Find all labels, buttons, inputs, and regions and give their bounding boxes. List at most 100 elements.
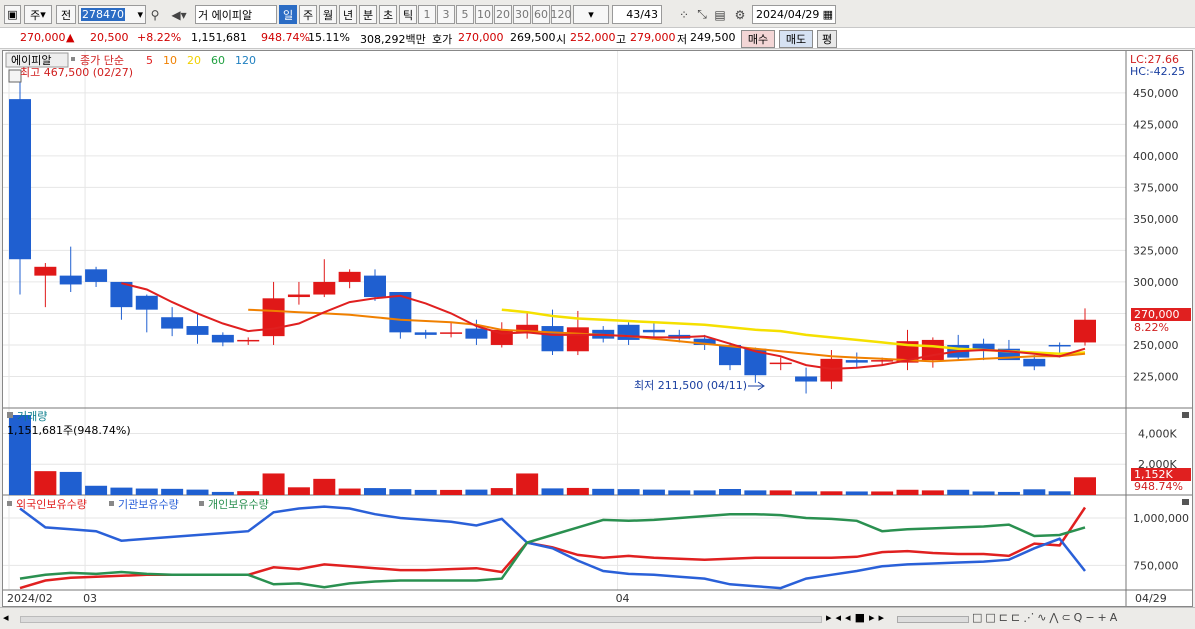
volume-bar xyxy=(211,491,234,495)
holding-legend-bullet xyxy=(7,501,12,506)
ma-period-120: 120 xyxy=(235,54,256,67)
stock-name: 에이피알 xyxy=(211,8,253,22)
volume-bar xyxy=(541,488,564,495)
volume-bar xyxy=(617,489,640,495)
tab-period-2[interactable]: 월 xyxy=(319,5,337,24)
low-price: 249,500 xyxy=(690,31,736,44)
speaker-icon[interactable]: ◀▾ xyxy=(166,5,192,24)
open-price: 252,000 xyxy=(570,31,616,44)
scroll-track[interactable] xyxy=(20,616,822,623)
volume-bar xyxy=(972,491,995,495)
ma-period-legend: 5 10 20 60 120 xyxy=(146,54,256,67)
zoom-slider[interactable] xyxy=(897,616,969,623)
candle-body xyxy=(161,317,184,329)
holding-panel-close-icon xyxy=(1182,499,1189,505)
high-label: 고 xyxy=(616,33,627,46)
quote-bar: 270,000 ▲ 20,500 +8.22% 1,151,681 948.74… xyxy=(0,28,1195,49)
interval-button-20[interactable]: 20 xyxy=(494,5,512,24)
interval-button-1[interactable]: 1 xyxy=(418,5,436,24)
code-dropdown-icon[interactable]: ▾ xyxy=(137,8,145,21)
candle-body xyxy=(262,298,285,337)
gear-icon[interactable]: ⚙ xyxy=(732,5,748,24)
volume-bar xyxy=(921,490,944,495)
tab-period-0[interactable]: 일 xyxy=(279,5,297,24)
chart-area[interactable]: 450,000 425,000 400,000 375,000 350,000 325,0… xyxy=(2,50,1193,607)
candle-body xyxy=(186,326,209,335)
trade-value: 308,292백만 xyxy=(360,33,426,46)
stock-tag: 에이피알 xyxy=(11,53,51,67)
volume-bar xyxy=(440,489,463,495)
turnover-rate: 15.11% xyxy=(308,31,350,44)
tab-period-5[interactable]: 초 xyxy=(379,5,397,24)
bid-price-2: 269,500 xyxy=(510,31,556,44)
volume-panel-close-icon xyxy=(1182,412,1189,418)
count-field[interactable]: 43/43 xyxy=(612,5,662,24)
interval-button-3[interactable]: 3 xyxy=(437,5,455,24)
tab-period-3[interactable]: 년 xyxy=(339,5,357,24)
current-price: 270,000 xyxy=(20,31,66,44)
interval-select[interactable]: ▾ xyxy=(573,5,609,24)
window-menu-icon[interactable]: ▣ xyxy=(4,5,21,24)
sell-button[interactable]: 매도 xyxy=(779,30,813,48)
candle-body xyxy=(211,334,234,343)
candle-body xyxy=(287,294,310,298)
volume-bar xyxy=(364,488,386,495)
stock-name-field[interactable]: 거 에이피알 xyxy=(195,5,277,24)
volume-bar xyxy=(161,488,184,495)
search-icon[interactable]: ⚲ xyxy=(147,5,163,24)
candle-body xyxy=(566,327,589,352)
volume-ratio: 948.74% xyxy=(261,31,310,44)
interval-button-10[interactable]: 10 xyxy=(475,5,493,24)
candle-body xyxy=(135,295,158,310)
tab-period-1[interactable]: 주 xyxy=(299,5,317,24)
x-tick-label: 03 xyxy=(83,592,97,605)
legend-bullet xyxy=(71,57,75,61)
calendar-icon[interactable]: ▦ xyxy=(823,8,835,21)
candle-body xyxy=(465,328,488,339)
eval-button[interactable]: 평 xyxy=(817,30,837,48)
volume-bars-layer xyxy=(9,415,1096,495)
volume-bar xyxy=(85,485,108,495)
volume-bar xyxy=(389,489,412,495)
x-tick-label: 04 xyxy=(616,592,630,605)
candle-body xyxy=(820,358,843,382)
toolbar: ▣ 주 ▾ 전 278470 ▾ ⚲ ◀▾ 거 에이피알 ▾ 43/43 ⁘ ⤡ ▤… xyxy=(0,0,1195,28)
holding-legend-1: 기관보유수량 xyxy=(118,498,179,511)
volume-bar xyxy=(744,490,767,495)
max-price-label: 최고 467,500 (02/27) xyxy=(20,66,133,79)
buy-button[interactable]: 매수 xyxy=(741,30,775,48)
ma-period-5: 5 xyxy=(146,54,153,67)
code-input[interactable]: 278470 ▾ xyxy=(78,5,146,24)
scroll-left-icon[interactable]: ◂ xyxy=(3,611,9,624)
tab-period-6[interactable]: 틱 xyxy=(399,5,417,24)
volume-bar xyxy=(414,489,437,495)
volume-bar xyxy=(516,473,539,495)
interval-button-60[interactable]: 60 xyxy=(532,5,550,24)
volume-current: 1,151,681주(948.74%) xyxy=(7,424,131,437)
date-field[interactable]: 2024/04/29 ▦ xyxy=(752,5,836,24)
volume-bar xyxy=(135,488,158,495)
price-tick-label: 250,000 xyxy=(1133,339,1179,352)
holding-legend-2: 개인보유수량 xyxy=(208,498,269,511)
tool-icons[interactable]: □□⊏⊏⋰∿⋀⊂Q−+A xyxy=(972,611,1120,624)
candle-body xyxy=(414,332,437,335)
interval-button-30[interactable]: 30 xyxy=(513,5,531,24)
candle-body xyxy=(364,275,386,298)
save-icon[interactable]: ▤ xyxy=(712,5,728,24)
change-amount: 20,500 xyxy=(90,31,129,44)
x-last-label: 04/29 xyxy=(1135,592,1167,605)
prev-button[interactable]: 전 xyxy=(56,5,76,24)
grid-icon[interactable]: ⁘ xyxy=(676,5,692,24)
volume-bar xyxy=(896,489,919,495)
playback-controls-icon[interactable]: ▸◂◂■▸▸ xyxy=(826,611,888,624)
chart-svg: 450,000 425,000 400,000 375,000 350,000 325,0… xyxy=(3,51,1192,606)
crosshair-icon[interactable]: ⤡ xyxy=(694,5,710,24)
holding-tick-label: 750,000 xyxy=(1133,559,1179,572)
interval-button-120[interactable]: 120 xyxy=(551,5,572,24)
interval-button-5[interactable]: 5 xyxy=(456,5,474,24)
market-select[interactable]: 주 ▾ xyxy=(24,5,52,24)
candle-body xyxy=(440,332,463,334)
volume-bar xyxy=(186,489,209,495)
tab-period-4[interactable]: 분 xyxy=(359,5,377,24)
stock-prefix: 거 xyxy=(198,8,209,22)
